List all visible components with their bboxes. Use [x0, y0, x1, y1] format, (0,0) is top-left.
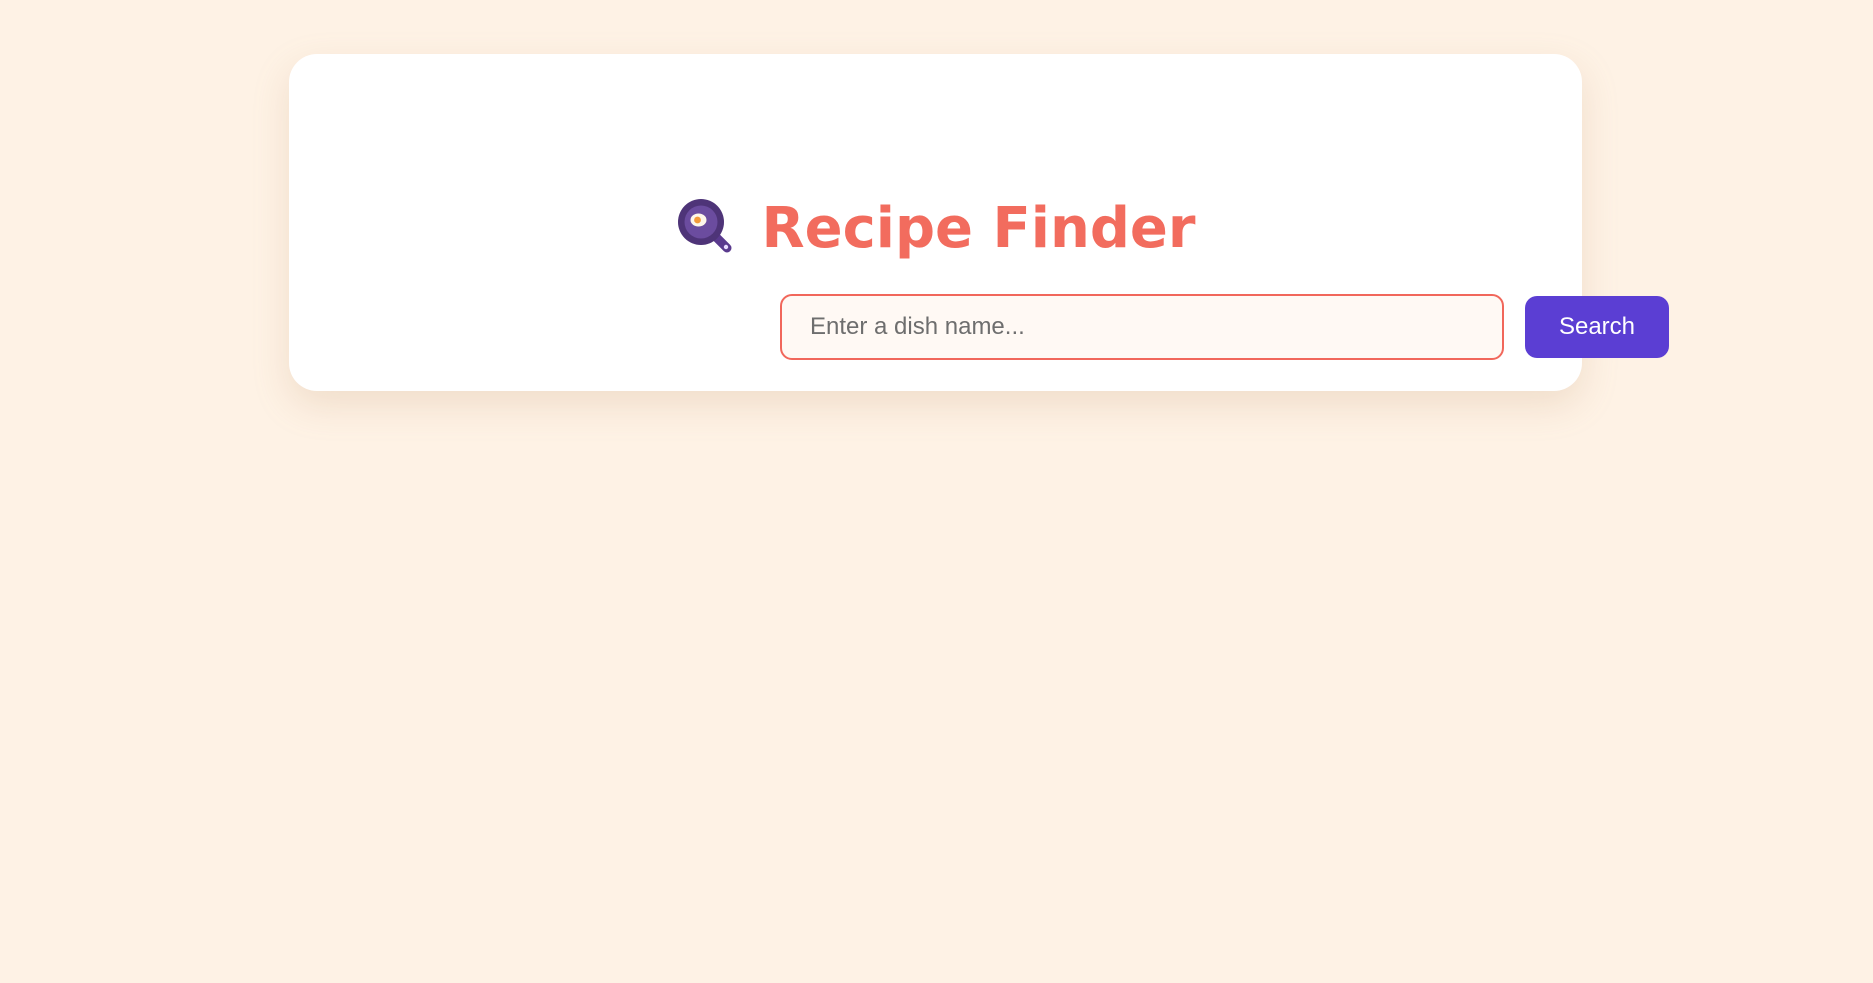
- search-card: Recipe Finder Search: [289, 54, 1669, 391]
- search-button[interactable]: Search: [1525, 296, 1669, 358]
- search-input[interactable]: [780, 294, 1504, 360]
- header: Recipe Finder: [289, 194, 1582, 264]
- page-title: Recipe Finder: [761, 196, 1196, 261]
- frying-pan-egg-icon: [675, 196, 735, 256]
- page: Recipe Finder Search: [0, 0, 1873, 983]
